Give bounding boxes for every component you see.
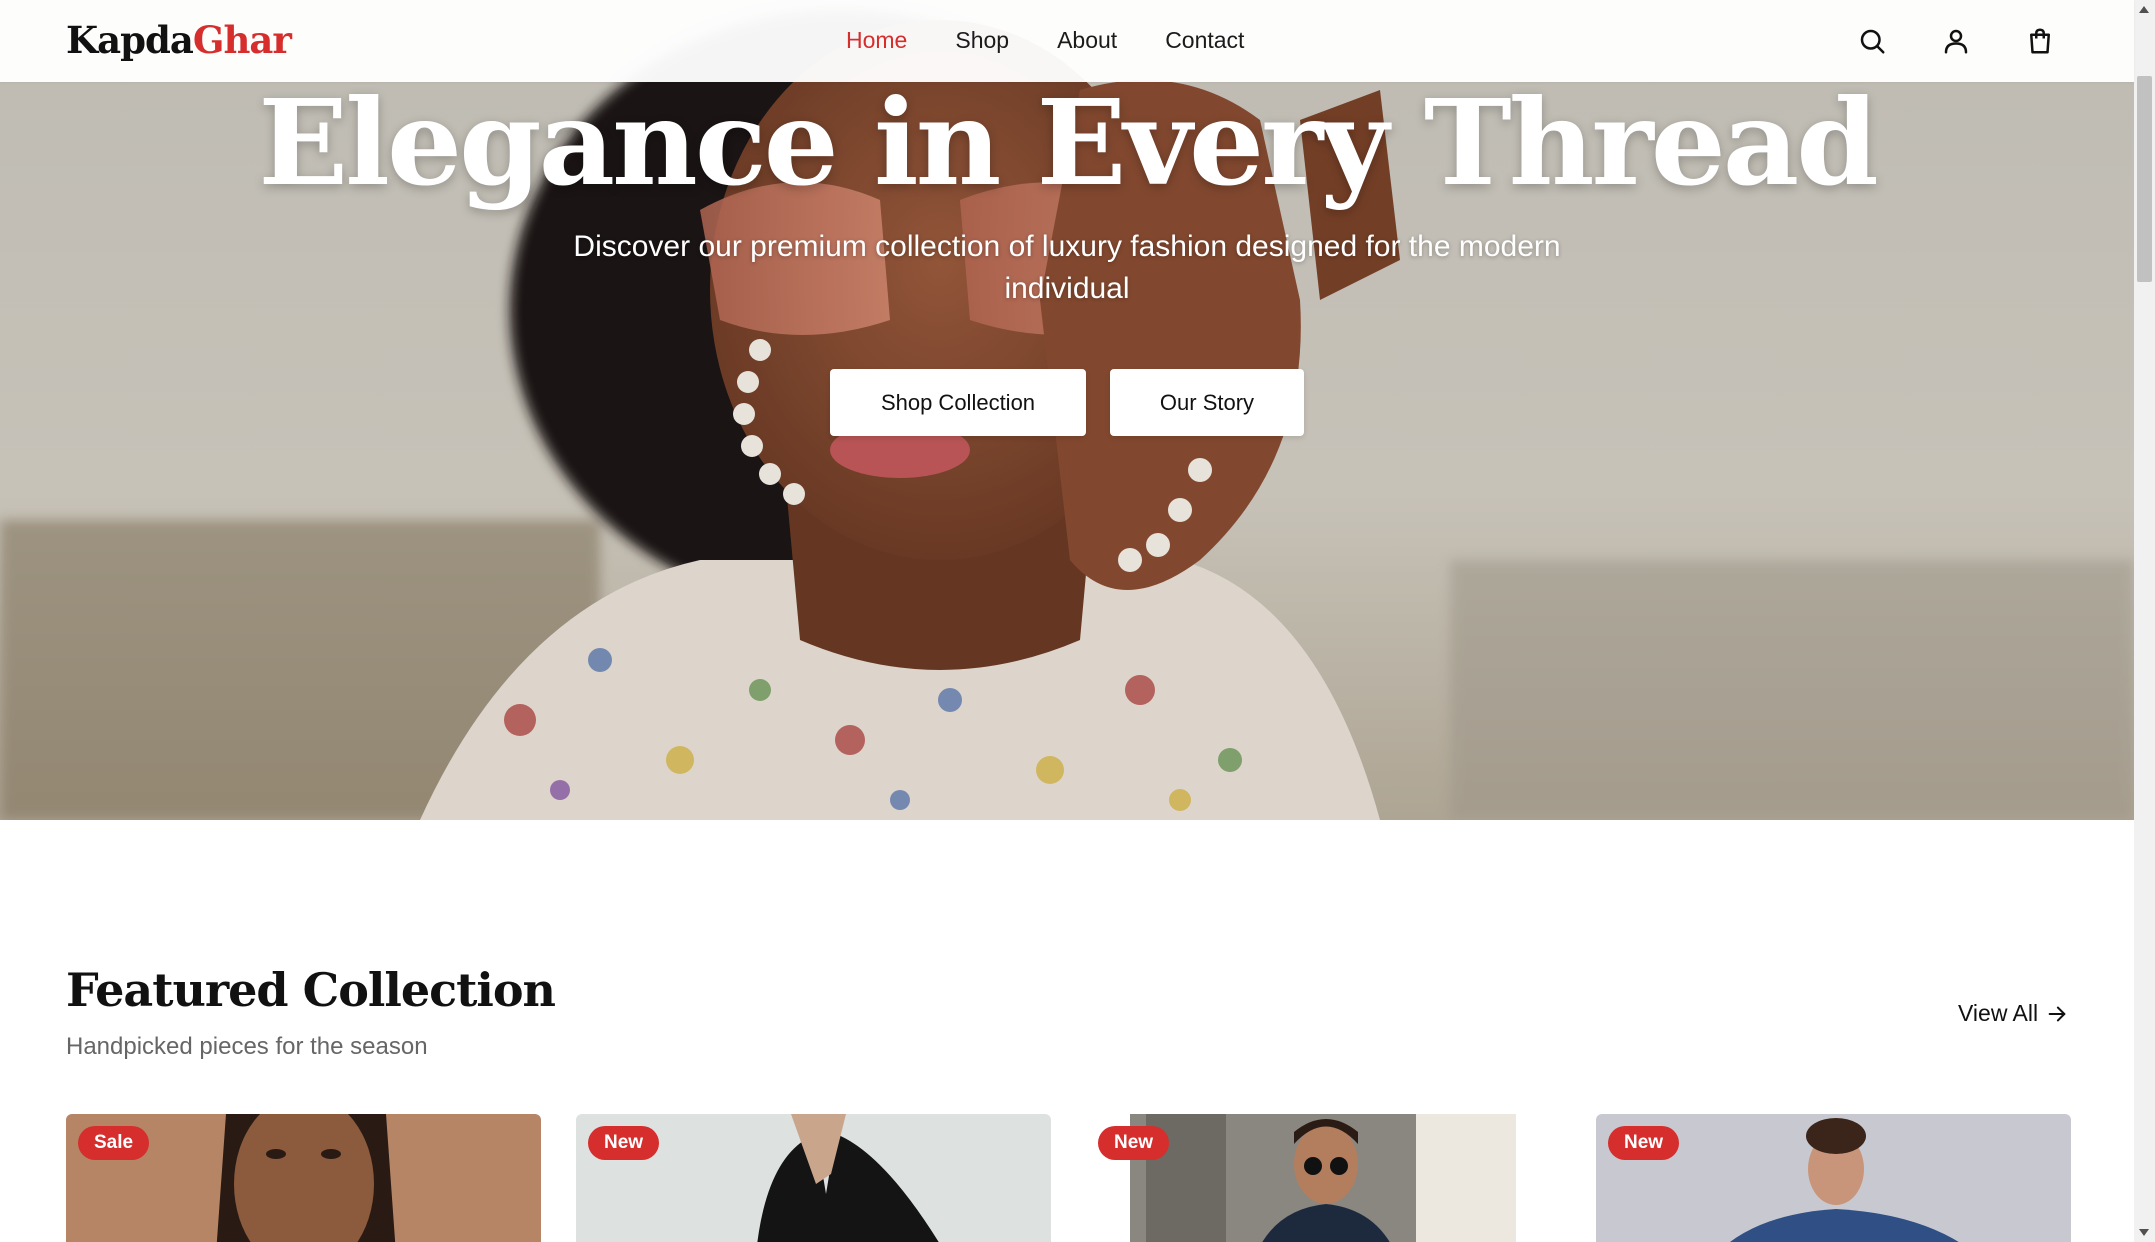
logo-accent-text: Ghar — [192, 18, 292, 62]
product-card[interactable]: New — [1596, 1114, 2071, 1242]
logo-text: Kapda — [66, 18, 194, 62]
main-nav: Home Shop About Contact — [846, 26, 1292, 54]
featured-subtitle: Handpicked pieces for the season — [66, 1033, 428, 1060]
product-card[interactable]: New — [1086, 1114, 1561, 1242]
view-all-link[interactable]: View All — [1958, 1000, 2068, 1027]
view-all-label: View All — [1958, 1000, 2039, 1026]
sale-badge: Sale — [78, 1126, 150, 1160]
nav-shop[interactable]: Shop — [955, 26, 1009, 54]
hero-title: Elegance in Every Thread — [258, 73, 1879, 212]
cart-icon[interactable] — [2025, 26, 2055, 56]
page-scrollbar[interactable] — [2134, 0, 2155, 1242]
hero-banner: Elegance in Every Thread Discover our pr… — [0, 0, 2134, 820]
featured-title: Featured Collection — [66, 963, 556, 1017]
scroll-up-arrow[interactable] — [2139, 6, 2149, 13]
arrow-right-icon — [2048, 1006, 2066, 1021]
search-icon[interactable] — [1857, 26, 1887, 56]
site-logo[interactable]: KapdaGhar — [66, 18, 292, 62]
new-badge: New — [1608, 1126, 1680, 1160]
new-badge: New — [1098, 1126, 1170, 1160]
our-story-button[interactable]: Our Story — [1110, 369, 1304, 436]
product-card[interactable]: New — [576, 1114, 1051, 1242]
user-icon[interactable] — [1941, 26, 1971, 56]
nav-home[interactable]: Home — [846, 26, 907, 54]
nav-about[interactable]: About — [1057, 26, 1117, 54]
site-header: KapdaGhar Home Shop About Contact — [0, 0, 2134, 82]
product-card[interactable]: Sale — [66, 1114, 541, 1242]
nav-contact[interactable]: Contact — [1165, 26, 1244, 54]
scroll-thumb[interactable] — [2137, 76, 2152, 282]
shop-collection-button[interactable]: Shop Collection — [830, 369, 1086, 436]
hero-subtitle: Discover our premium collection of luxur… — [573, 230, 1561, 305]
scroll-down-arrow[interactable] — [2139, 1229, 2149, 1236]
new-badge: New — [588, 1126, 660, 1160]
